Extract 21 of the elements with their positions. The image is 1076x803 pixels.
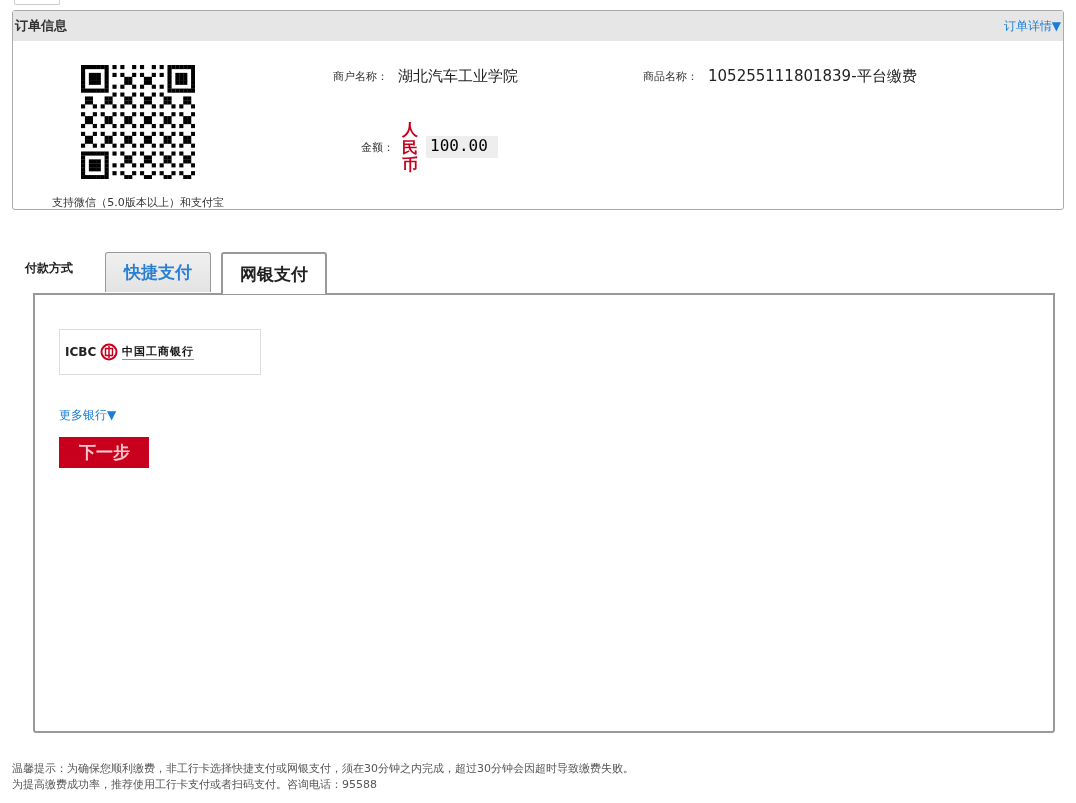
payment-tab[interactable]: 网银支付 xyxy=(221,252,327,294)
notice-text: 温馨提示：为确保您顺利缴费，非工行卡选择快捷支付或网银支付，须在30分钟之内完成，超过30分钟会因超时导致缴费失败。 xyxy=(12,761,634,777)
product-name: 105255111801839-平台缴费 xyxy=(708,67,917,86)
more-banks-link[interactable]: 更多银行▼ xyxy=(59,407,117,424)
qr-caption: 支持微信（5.0版本以上）和支付宝 xyxy=(52,195,224,210)
notice-text: 为提高缴费成功率，推荐使用工行卡支付或者扫码支付。咨询电话：95588 xyxy=(12,777,378,793)
merchant-label: 商户名称： xyxy=(333,69,388,84)
order-details-link[interactable]: 订单详情▼ xyxy=(1003,17,1061,35)
next-step-button[interactable]: 下一步 xyxy=(59,437,149,468)
payment-tab[interactable]: 快捷支付 xyxy=(105,252,211,292)
bank-option[interactable]: ICBC 中国工商银行 xyxy=(59,329,261,375)
payment-method-label: 付款方式 xyxy=(25,260,73,277)
panel-title: 订单信息 xyxy=(15,17,67,35)
bank-logo-icon xyxy=(100,343,119,361)
amount-value: 100.00 xyxy=(426,136,498,159)
bank-name: 中国工商银行 xyxy=(122,344,195,360)
product-label: 商品名称： xyxy=(643,69,698,84)
merchant-name: 湖北汽车工业学院 xyxy=(398,67,518,86)
currency-label: 人民币 xyxy=(402,121,418,174)
amount-label: 金额： xyxy=(361,139,394,155)
bank-code: ICBC xyxy=(65,345,97,359)
